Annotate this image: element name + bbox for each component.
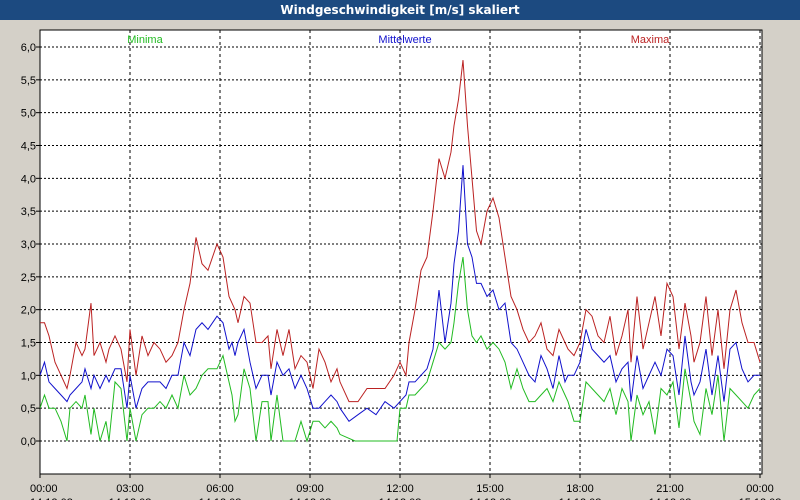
x-tick-time: 15:00: [476, 483, 504, 495]
legend-minima: Minima: [127, 34, 163, 46]
y-tick-label: 3,0: [21, 239, 36, 251]
plot-background: [39, 29, 763, 475]
y-tick-label: 5,0: [21, 108, 36, 120]
wind-speed-chart: 0,0 0,5 1,0 1,5 2,0 2,5 3,0 3,5 4,0 4,5 5,0 5,5 6,0 0…: [21, 29, 781, 500]
window-title: Windgeschwindigkeit [m/s] skaliert: [0, 0, 800, 20]
plot-area: [39, 29, 763, 475]
y-tick-label: 1,0: [21, 370, 36, 382]
y-tick-label: 3,5: [21, 206, 36, 218]
legend-maxima: Maxima: [631, 34, 670, 46]
chart-window: Windgeschwindigkeit [m/s] skaliert 0,0 0,…: [0, 0, 800, 500]
y-tick-label: 5,5: [21, 75, 36, 87]
x-tick-time: 09:00: [296, 483, 324, 495]
y-tick-label: 2,0: [21, 305, 36, 317]
legend-mittelwerte: Mittelwerte: [378, 34, 431, 46]
y-tick-label: 0,5: [21, 403, 36, 415]
y-tick-label: 4,5: [21, 141, 36, 153]
y-tick-label: 6,0: [21, 42, 36, 54]
x-tick-time: 00:00: [746, 483, 774, 495]
y-tick-label: 4,0: [21, 173, 36, 185]
y-tick-label: 0,0: [21, 436, 36, 448]
x-tick-time: 18:00: [566, 483, 594, 495]
x-tick-time: 00:00: [30, 483, 58, 495]
x-tick-time: 21:00: [656, 483, 684, 495]
x-tick-time: 12:00: [386, 483, 414, 495]
y-tick-label: 1,5: [21, 338, 36, 350]
y-tick-label: 2,5: [21, 272, 36, 284]
x-tick-time: 03:00: [116, 483, 144, 495]
x-tick-time: 06:00: [206, 483, 234, 495]
